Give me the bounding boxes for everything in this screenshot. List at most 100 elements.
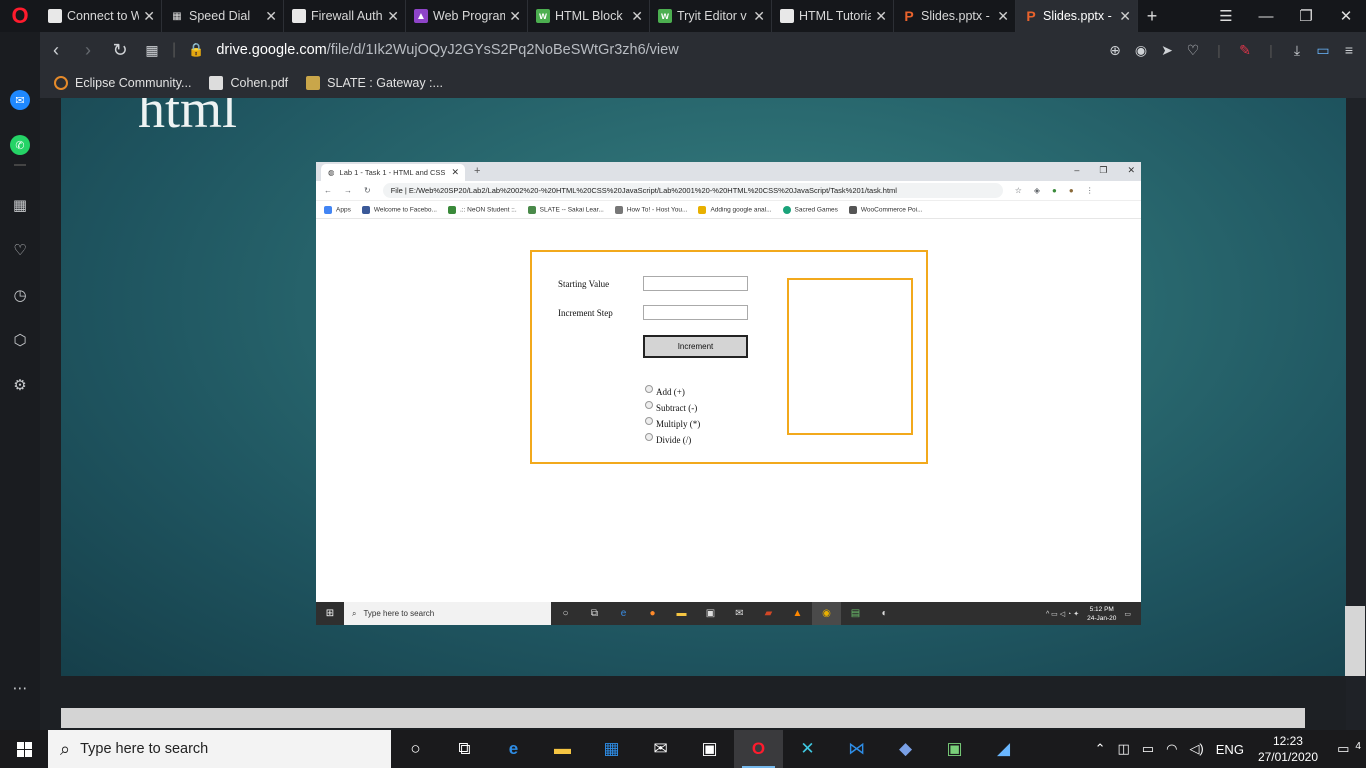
download-icon[interactable]: ⤓ bbox=[1288, 42, 1306, 59]
xampp-icon[interactable]: ✕ bbox=[783, 730, 832, 768]
tab-web-program[interactable]: ▲ Web Program ✕ bbox=[406, 0, 528, 32]
taskbar-search[interactable]: ⌕ Type here to search bbox=[48, 730, 391, 768]
restore-button[interactable]: ❐ bbox=[1286, 0, 1326, 32]
tab-html-block[interactable]: w HTML Block ✕ bbox=[528, 0, 650, 32]
opera-menu-icon[interactable]: O bbox=[0, 0, 40, 32]
vertical-scrollbar[interactable] bbox=[1345, 606, 1365, 676]
tab-slides-active[interactable]: P Slides.pptx - ✕ bbox=[1016, 0, 1138, 32]
vscode-icon[interactable]: ⋈ bbox=[832, 730, 881, 768]
battery-icon[interactable]: ▭ bbox=[1314, 42, 1332, 59]
close-tab-icon[interactable]: ✕ bbox=[509, 8, 521, 25]
task-view-icon[interactable]: ⧉ bbox=[440, 730, 489, 768]
inner-search: ⌕ Type here to search bbox=[344, 602, 551, 625]
forward-icon: → bbox=[344, 186, 352, 195]
file-explorer-icon[interactable]: ▬ bbox=[538, 730, 587, 768]
calculator-form: Starting Value Increment Step Increment … bbox=[530, 250, 928, 464]
network-status-icon[interactable]: ◫ bbox=[1112, 741, 1136, 757]
minimize-button[interactable]: — bbox=[1246, 0, 1286, 32]
paint-icon: ◐ bbox=[881, 608, 888, 619]
forward-button[interactable]: › bbox=[72, 40, 104, 61]
close-tab-icon[interactable]: ✕ bbox=[143, 8, 155, 25]
inner-time: 5:12 PM bbox=[1089, 605, 1114, 613]
close-tab-icon[interactable]: ✕ bbox=[387, 8, 399, 25]
url-path: /file/d/1Ik2WujOQyJ2GYsS2Pq2NoBeSWtGr3zh… bbox=[326, 42, 679, 58]
close-icon: ✕ bbox=[1127, 165, 1135, 175]
settings-icon[interactable]: ⚙ bbox=[10, 375, 30, 395]
notification-center[interactable]: ▭ 4 bbox=[1326, 741, 1366, 757]
close-tab-icon[interactable]: ✕ bbox=[875, 8, 887, 25]
back-button[interactable]: ‹ bbox=[40, 40, 72, 61]
divider: | bbox=[172, 41, 177, 58]
tab-menu-icon[interactable]: ☰ bbox=[1206, 0, 1246, 32]
store-icon[interactable]: ▣ bbox=[685, 730, 734, 768]
file-icon bbox=[48, 9, 62, 23]
plus-icon: + bbox=[474, 165, 481, 177]
history-icon[interactable]: ◷ bbox=[10, 285, 30, 305]
tab-firewall[interactable]: Firewall Auth ✕ bbox=[284, 0, 406, 32]
extensions-icon[interactable]: ⬡ bbox=[10, 330, 30, 350]
bookmark-eclipse[interactable]: Eclipse Community... bbox=[54, 76, 191, 90]
tab-tryit[interactable]: w Tryit Editor v ✕ bbox=[650, 0, 772, 32]
close-tab-icon[interactable]: ✕ bbox=[631, 8, 643, 25]
inner-bookmark: .:: NeON Student ::. bbox=[447, 205, 517, 214]
extension-icon[interactable]: ✎ bbox=[1236, 42, 1254, 59]
wifi-icon[interactable]: ◠ bbox=[1160, 741, 1183, 757]
close-icon: ✕ bbox=[451, 167, 459, 177]
new-tab-button[interactable]: + bbox=[1138, 6, 1166, 27]
opera-icon[interactable]: O bbox=[734, 730, 783, 768]
tab-html-tutorial[interactable]: HTML Tutoria ✕ bbox=[772, 0, 894, 32]
close-tab-icon[interactable]: ✕ bbox=[753, 8, 765, 25]
tray-icons: ^ ▭ ◁ ◔ ✦ bbox=[1045, 610, 1080, 618]
radio-label: Multiply (*) bbox=[656, 419, 701, 429]
close-tab-icon[interactable]: ✕ bbox=[1119, 8, 1131, 25]
inner-url: File | E:/Web%20SP20/Lab2/Lab%2002%20-%2… bbox=[382, 183, 1003, 198]
battery-icon[interactable]: ▭ bbox=[1136, 741, 1160, 757]
more-icon[interactable]: ⋯ bbox=[10, 678, 30, 698]
tab-label: HTML Block bbox=[555, 9, 623, 23]
w3-icon: w bbox=[536, 9, 550, 23]
edge-icon[interactable]: e bbox=[489, 730, 538, 768]
messenger-icon[interactable]: ✉ bbox=[10, 90, 30, 110]
language-indicator[interactable]: ENG bbox=[1210, 742, 1250, 757]
speed-dial-icon[interactable]: ▦ bbox=[10, 195, 30, 215]
minimize-icon: – bbox=[1074, 165, 1080, 175]
inner-search-placeholder: Type here to search bbox=[363, 609, 435, 618]
clock[interactable]: 12:23 27/01/2020 bbox=[1250, 733, 1326, 765]
radio-circle bbox=[645, 401, 653, 409]
app-icon[interactable]: ◆ bbox=[881, 730, 930, 768]
firefox-icon: ● bbox=[649, 608, 656, 619]
starting-value-label: Starting Value bbox=[558, 279, 610, 289]
bookmark-cohen[interactable]: Cohen.pdf bbox=[209, 76, 288, 90]
heart-icon[interactable]: ♡ bbox=[10, 240, 30, 260]
tab-slides-1[interactable]: P Slides.pptx - ✕ bbox=[894, 0, 1016, 32]
notepad-icon[interactable]: ◢ bbox=[979, 730, 1028, 768]
url-field[interactable]: 🔒 drive.google.com /file/d/1Ik2WujOQyJ2G… bbox=[188, 42, 679, 58]
close-tab-icon[interactable]: ✕ bbox=[265, 8, 277, 25]
whatsapp-icon[interactable]: ✆ bbox=[10, 135, 30, 155]
address-bar: ‹ › ↻ ▦ | 🔒 drive.google.com /file/d/1Ik… bbox=[40, 32, 1366, 68]
start-button[interactable] bbox=[0, 730, 48, 768]
cortana-icon[interactable]: ○ bbox=[391, 730, 440, 768]
horizontal-scrollbar[interactable] bbox=[61, 708, 1305, 728]
inner-bookmark-label: WooCommerce Poi... bbox=[860, 206, 923, 214]
embedded-screenshot: ◍ Lab 1 - Task 1 - HTML and CSS ✕ + – ❐ … bbox=[316, 162, 1141, 625]
send-icon[interactable]: ➤ bbox=[1158, 42, 1176, 59]
chevron-up-icon[interactable]: ⌃ bbox=[1089, 741, 1112, 757]
zoom-icon[interactable]: ⊕ bbox=[1106, 42, 1124, 59]
terminal-icon[interactable]: ▣ bbox=[930, 730, 979, 768]
heart-icon[interactable]: ♡ bbox=[1184, 42, 1202, 59]
radio-circle bbox=[645, 385, 653, 393]
tab-connect[interactable]: Connect to W ✕ bbox=[40, 0, 162, 32]
close-tab-icon[interactable]: ✕ bbox=[997, 8, 1009, 25]
radio-circle bbox=[645, 433, 653, 441]
calculator-app-icon[interactable]: ▦ bbox=[587, 730, 636, 768]
close-window-button[interactable]: ✕ bbox=[1326, 0, 1366, 32]
mail-icon[interactable]: ✉ bbox=[636, 730, 685, 768]
snapshot-icon[interactable]: ◉ bbox=[1132, 42, 1150, 59]
volume-icon[interactable]: ◁) bbox=[1183, 741, 1209, 757]
reload-button[interactable]: ↻ bbox=[104, 40, 136, 61]
tab-speed-dial[interactable]: ▦ Speed Dial ✕ bbox=[162, 0, 284, 32]
bookmark-slate[interactable]: SLATE : Gateway :... bbox=[306, 76, 443, 90]
easy-setup-icon[interactable]: ≡ bbox=[1340, 42, 1358, 59]
tabs-overview-icon[interactable]: ▦ bbox=[136, 42, 168, 59]
